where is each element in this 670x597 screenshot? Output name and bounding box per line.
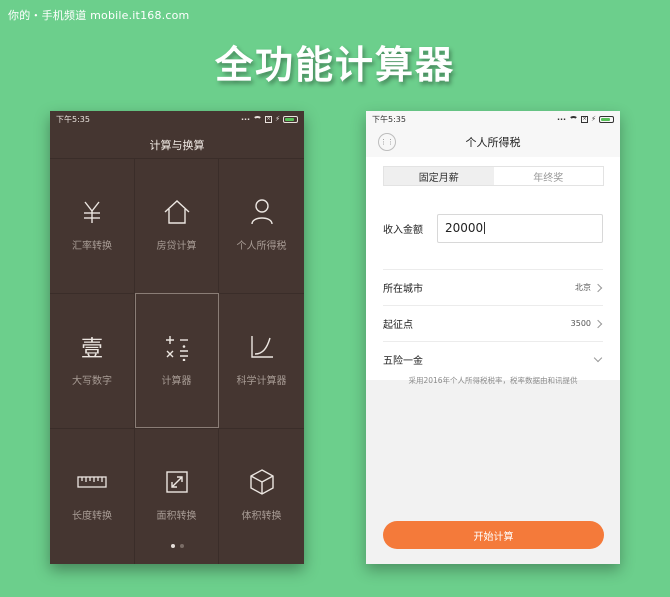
header: ⋮⋮ 个人所得税: [366, 127, 620, 157]
tile-label: 面积转换: [156, 511, 197, 522]
tile-label: 房贷计算: [156, 240, 197, 252]
tile-label: 个人所得税: [236, 240, 287, 252]
tile-income-tax[interactable]: 个人所得税: [219, 158, 304, 293]
insurance-label: 五险一金: [383, 356, 423, 367]
chevron-right-icon: [593, 319, 603, 328]
income-row: 收入金额 20000: [383, 213, 603, 243]
status-time: 下午5:35: [56, 114, 90, 124]
tile-label: 体积转换: [241, 511, 282, 522]
tile-label: 大写数字: [72, 375, 112, 387]
page-dot-active: [170, 544, 175, 548]
text-cursor: [484, 222, 486, 234]
threshold-value: 3500: [570, 319, 591, 328]
menu-dots-icon[interactable]: ⋮⋮: [378, 133, 396, 151]
status-bar: 下午5:35 ··· × ⚡: [50, 111, 304, 127]
rate-source-note: 采用2016年个人所得税税率，税率数据由和讯提供: [408, 376, 578, 385]
ruler-icon: [77, 467, 107, 497]
city-row[interactable]: 所在城市 北京: [383, 269, 603, 305]
charging-icon: ⚡: [591, 115, 596, 123]
start-calculation-button[interactable]: 开始计算: [383, 521, 604, 549]
tile-label: 科学计算器: [236, 375, 287, 387]
calculator-icon: [162, 332, 192, 362]
page-indicator: [50, 544, 304, 548]
sim-icon: ×: [265, 115, 273, 123]
salary-type-tabs: 固定月薪 年终奖: [383, 166, 604, 186]
status-time: 下午5:35: [372, 114, 406, 124]
tax-form: 固定月薪 年终奖 收入金额 20000 所在城市 北京 起征点 3500 五险一…: [366, 157, 620, 380]
house-icon: [162, 197, 192, 227]
tile-exchange-rate[interactable]: 汇率转换: [50, 158, 135, 293]
income-tax-screen: 下午5:35 ··· × ⚡ ⋮⋮ 个人所得税 固定月薪 年终奖 收入金额 20…: [366, 111, 620, 564]
watermark-text: 你的・手机频道 mobile.it168.com: [8, 9, 190, 22]
sim-icon: ×: [581, 115, 589, 123]
expand-arrows-icon: [162, 467, 192, 497]
income-input[interactable]: 20000: [437, 213, 603, 243]
tile-chinese-numerals[interactable]: 壹 大写数字: [50, 293, 135, 428]
signal-dots-icon: ···: [240, 114, 251, 124]
tool-grid: 汇率转换 房贷计算 个人所得税 壹 大写数字 计算器 科学计算器 长度转换 面积…: [50, 158, 304, 564]
headline: 全功能计算器: [214, 43, 455, 87]
chevron-right-icon: [593, 283, 603, 292]
person-icon: [247, 197, 277, 227]
threshold-row[interactable]: 起征点 3500: [383, 305, 603, 341]
cube-icon: [247, 467, 277, 497]
tile-mortgage[interactable]: 房贷计算: [135, 158, 219, 293]
page-dot: [179, 544, 184, 548]
wifi-icon: [569, 115, 579, 123]
city-label: 所在城市: [383, 284, 423, 295]
wifi-icon: [253, 115, 263, 123]
tile-label: 计算器: [161, 375, 192, 387]
insurance-row[interactable]: 五险一金: [383, 341, 603, 377]
battery-icon: [599, 115, 614, 123]
tab-year-end-bonus[interactable]: 年终奖: [494, 167, 604, 185]
tile-label: 汇率转换: [72, 240, 112, 252]
charging-icon: ⚡: [275, 115, 280, 123]
threshold-label: 起征点: [383, 320, 413, 331]
status-bar: 下午5:35 ··· × ⚡: [366, 111, 620, 127]
chevron-down-icon: [593, 353, 603, 363]
chinese-numeral-icon: 壹: [80, 336, 103, 362]
tile-calculator[interactable]: 计算器: [135, 293, 219, 428]
city-value: 北京: [575, 283, 591, 292]
page-title: 个人所得税: [465, 136, 521, 149]
tab-fixed-salary[interactable]: 固定月薪: [384, 167, 494, 185]
calculator-menu-screen: 下午5:35 ··· × ⚡ 计算与换算 汇率转换 房贷计算 个人所得税 壹 大…: [50, 111, 304, 564]
curve-graph-icon: [247, 332, 277, 362]
income-value: 20000: [445, 221, 484, 235]
income-label: 收入金额: [383, 224, 423, 236]
tile-scientific-calculator[interactable]: 科学计算器: [219, 293, 304, 428]
battery-icon: [283, 115, 298, 123]
tile-label: 长度转换: [72, 511, 112, 522]
page-title: 计算与换算: [149, 139, 205, 152]
signal-dots-icon: ···: [556, 114, 567, 124]
yen-icon: [77, 197, 107, 227]
